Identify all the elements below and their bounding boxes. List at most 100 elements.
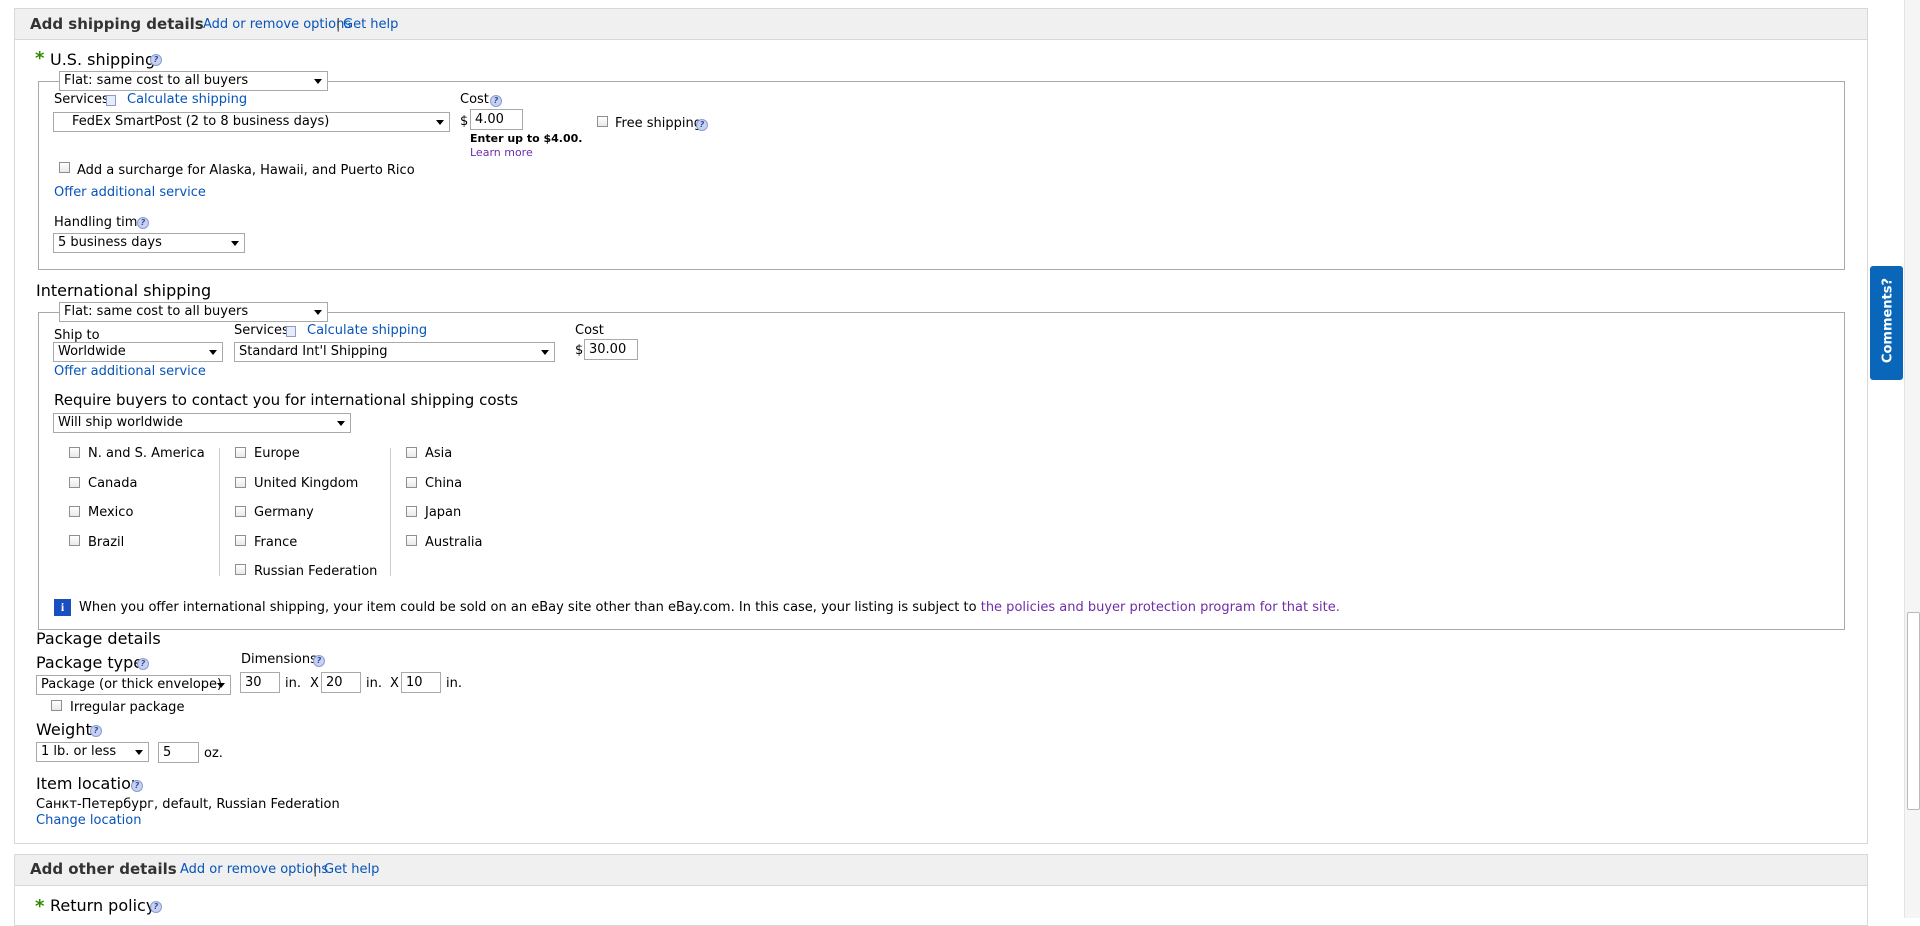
handling-help-icon[interactable]: ? xyxy=(137,217,149,229)
weight-lb-select[interactable]: 1 lb. or less xyxy=(36,742,149,762)
calculate-shipping-link[interactable]: Calculate shipping xyxy=(127,92,247,107)
policies-link[interactable]: the policies and buyer protection progra… xyxy=(981,600,1340,615)
weight-label: Weight xyxy=(36,720,92,739)
cost-limit-note: Enter up to $4.00. xyxy=(470,132,583,145)
calculator-icon xyxy=(106,95,116,106)
free-shipping-help-icon[interactable]: ? xyxy=(696,119,708,131)
us-shipping-type-value: Flat: same cost to all buyers xyxy=(64,73,249,88)
region-checkbox[interactable] xyxy=(406,506,417,517)
weight-help-icon[interactable]: ? xyxy=(90,725,102,737)
region-checkbox[interactable] xyxy=(235,535,246,546)
package-type-select[interactable]: Package (or thick envelope) xyxy=(36,675,231,695)
region-checkbox[interactable] xyxy=(235,506,246,517)
surcharge-label: Add a surcharge for Alaska, Hawaii, and … xyxy=(77,163,415,178)
required-star: * xyxy=(35,896,45,917)
info-icon: i xyxy=(54,599,71,616)
shipping-add-remove-link[interactable]: Add or remove options xyxy=(203,17,351,32)
surcharge-checkbox[interactable] xyxy=(59,162,70,173)
weight-oz-input[interactable]: 5 xyxy=(158,742,199,763)
intl-cost-label: Cost xyxy=(575,323,604,338)
currency-symbol: $ xyxy=(460,114,469,129)
shipping-get-help-link[interactable]: Get help xyxy=(343,17,398,32)
region-divider xyxy=(219,448,220,576)
dimension-height-input[interactable]: 10 xyxy=(401,672,441,693)
us-cost-input[interactable]: 4.00 xyxy=(470,109,523,130)
region-checkbox[interactable] xyxy=(69,535,80,546)
region-checkbox[interactable] xyxy=(406,535,417,546)
region-checkbox[interactable] xyxy=(406,447,417,458)
us-service-select[interactable]: FedEx SmartPost (2 to 8 business days) xyxy=(53,112,450,132)
region-label: Germany xyxy=(254,505,314,520)
intl-currency-symbol: $ xyxy=(575,343,584,358)
region-checkbox[interactable] xyxy=(235,564,246,575)
return-policy-help-icon[interactable]: ? xyxy=(150,901,162,913)
region-checkbox[interactable] xyxy=(235,447,246,458)
intl-shipping-title: International shipping xyxy=(36,281,212,300)
intl-shipping-type-select[interactable]: Flat: same cost to all buyers xyxy=(59,302,328,322)
free-shipping-label: Free shipping xyxy=(615,116,702,131)
ship-to-label: Ship to xyxy=(54,328,100,343)
dimensions-help-icon[interactable]: ? xyxy=(313,655,325,667)
dimension-x-label: X xyxy=(310,676,319,691)
region-label: Brazil xyxy=(88,535,125,550)
chevron-down-icon xyxy=(541,350,549,355)
intl-service-select[interactable]: Standard Int'l Shipping xyxy=(234,342,555,362)
other-get-help-link[interactable]: Get help xyxy=(324,862,379,877)
unit-oz-label: oz. xyxy=(204,746,223,761)
handling-time-value: 5 business days xyxy=(58,235,162,250)
return-policy-title: Return policy xyxy=(50,896,156,915)
weight-lb-value: 1 lb. or less xyxy=(41,744,117,759)
package-type-help-icon[interactable]: ? xyxy=(137,658,149,670)
region-label: Russian Federation xyxy=(254,564,378,579)
learn-more-link[interactable]: Learn more xyxy=(470,146,533,159)
package-type-value: Package (or thick envelope) xyxy=(41,677,223,692)
intl-services-label: Services xyxy=(234,323,289,338)
cost-label: Cost xyxy=(460,92,489,107)
intl-calculate-shipping-link[interactable]: Calculate shipping xyxy=(307,323,427,338)
dimension-width-input[interactable]: 20 xyxy=(321,672,361,693)
chevron-down-icon xyxy=(209,350,217,355)
dimension-length-input[interactable]: 30 xyxy=(240,672,280,693)
region-checkbox[interactable] xyxy=(69,506,80,517)
irregular-package-checkbox[interactable] xyxy=(51,700,62,711)
chevron-down-icon xyxy=(217,683,225,688)
region-checkbox[interactable] xyxy=(69,447,80,458)
ship-to-select[interactable]: Worldwide xyxy=(53,342,223,362)
handling-time-label: Handling time xyxy=(54,215,146,230)
ship-to-value: Worldwide xyxy=(58,344,126,359)
intl-info-text: When you offer international shipping, y… xyxy=(79,600,1340,615)
region-checkbox[interactable] xyxy=(235,477,246,488)
change-location-link[interactable]: Change location xyxy=(36,813,142,828)
handling-time-select[interactable]: 5 business days xyxy=(53,233,245,253)
us-shipping-type-select[interactable]: Flat: same cost to all buyers xyxy=(59,71,328,91)
chevron-down-icon xyxy=(314,310,322,315)
intl-offer-additional-link[interactable]: Offer additional service xyxy=(54,364,206,379)
unit-in-label: in. xyxy=(285,676,301,691)
item-location-help-icon[interactable]: ? xyxy=(131,780,143,792)
services-label: Services xyxy=(54,92,109,107)
require-contact-value: Will ship worldwide xyxy=(58,415,183,430)
calculator-icon xyxy=(286,326,296,337)
region-divider xyxy=(390,448,391,576)
us-shipping-title: U.S. shipping xyxy=(50,50,156,69)
region-checkbox[interactable] xyxy=(406,477,417,488)
other-add-remove-link[interactable]: Add or remove options xyxy=(180,862,328,877)
require-contact-select[interactable]: Will ship worldwide xyxy=(53,413,351,433)
intl-cost-input[interactable]: 30.00 xyxy=(584,339,638,360)
free-shipping-checkbox[interactable] xyxy=(597,116,608,127)
region-label: Europe xyxy=(254,446,300,461)
region-checkbox[interactable] xyxy=(69,477,80,488)
comments-tab-label: Comments? xyxy=(1880,277,1896,364)
us-offer-additional-link[interactable]: Offer additional service xyxy=(54,185,206,200)
item-location-title: Item location xyxy=(36,774,141,793)
intl-service-value: Standard Int'l Shipping xyxy=(239,344,388,359)
dimensions-label: Dimensions xyxy=(241,652,317,667)
intl-info-message: When you offer international shipping, y… xyxy=(79,600,981,615)
region-label: Asia xyxy=(425,446,453,461)
us-shipping-help-icon[interactable]: ? xyxy=(150,54,162,66)
vertical-scrollbar[interactable] xyxy=(1904,0,1920,918)
chevron-down-icon xyxy=(135,750,143,755)
comments-tab[interactable]: Comments? xyxy=(1870,266,1903,380)
scrollbar-thumb[interactable] xyxy=(1907,612,1920,810)
cost-help-icon[interactable]: ? xyxy=(490,95,502,107)
